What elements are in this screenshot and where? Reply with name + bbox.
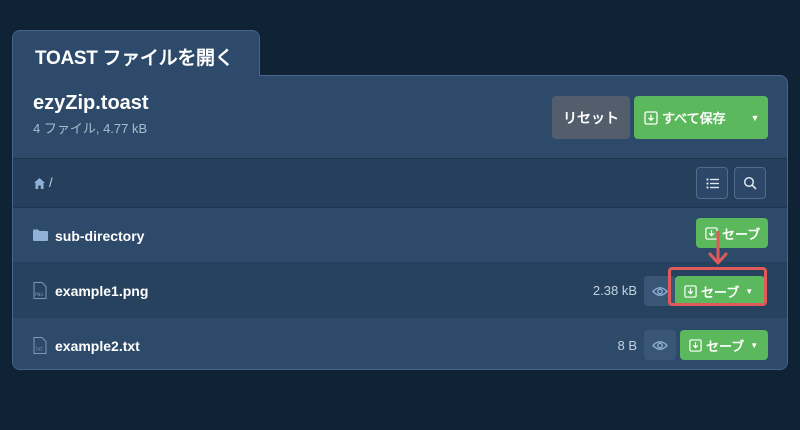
file-type-badge: PNG [35,292,44,297]
save-button[interactable]: セーブ [696,218,768,248]
png-file-icon: PNG [33,282,47,304]
preview-button[interactable] [644,330,676,360]
highlight-box [668,267,767,306]
folder-icon [33,228,48,246]
file-name[interactable]: sub-directory [55,228,144,244]
file-panel: ezyZip.toast 4 ファイル, 4.77 kB リセット すべて保存 … [12,75,788,370]
eye-icon [652,286,668,297]
breadcrumb-separator: / [49,175,53,190]
save-all-label: すべて保存 [662,111,726,126]
save-button-label: セーブ [706,338,745,354]
arrow-down-icon [708,230,728,272]
download-icon [644,110,658,125]
tab-title: TOAST ファイルを開く [35,48,234,69]
list-icon [705,177,719,189]
open-file-tab: TOAST ファイルを開く [12,30,260,76]
file-row[interactable]: sub-directory セーブ [13,208,787,263]
file-row[interactable]: TXT example2.txt 8 B セーブ ▼ [13,318,787,369]
save-all-main[interactable]: すべて保存 [634,108,742,127]
home-icon[interactable] [33,177,46,190]
reset-button-label: リセット [563,109,619,126]
breadcrumb-bar: / [13,158,787,208]
search-button[interactable] [734,167,766,199]
list-view-button[interactable] [696,167,728,199]
save-dropdown-caret-icon[interactable]: ▼ [750,341,758,350]
save-all-button[interactable]: すべて保存 ▼ [634,96,768,139]
download-icon [689,338,702,352]
file-size: 8 B [617,338,637,353]
file-name[interactable]: example1.png [55,283,148,299]
archive-name: ezyZip.toast [33,92,149,114]
file-type-badge: TXT [34,347,43,352]
archive-summary: 4 ファイル, 4.77 kB [33,121,148,136]
reset-button[interactable]: リセット [552,96,630,139]
txt-file-icon: TXT [33,337,47,359]
save-button[interactable]: セーブ ▼ [680,330,768,360]
save-all-dropdown-caret-icon[interactable]: ▼ [742,96,768,139]
file-name[interactable]: example2.txt [55,338,140,354]
archive-header: ezyZip.toast 4 ファイル, 4.77 kB リセット すべて保存 … [13,76,787,158]
search-icon [743,176,757,190]
eye-icon [652,340,668,351]
file-size: 2.38 kB [592,283,637,298]
